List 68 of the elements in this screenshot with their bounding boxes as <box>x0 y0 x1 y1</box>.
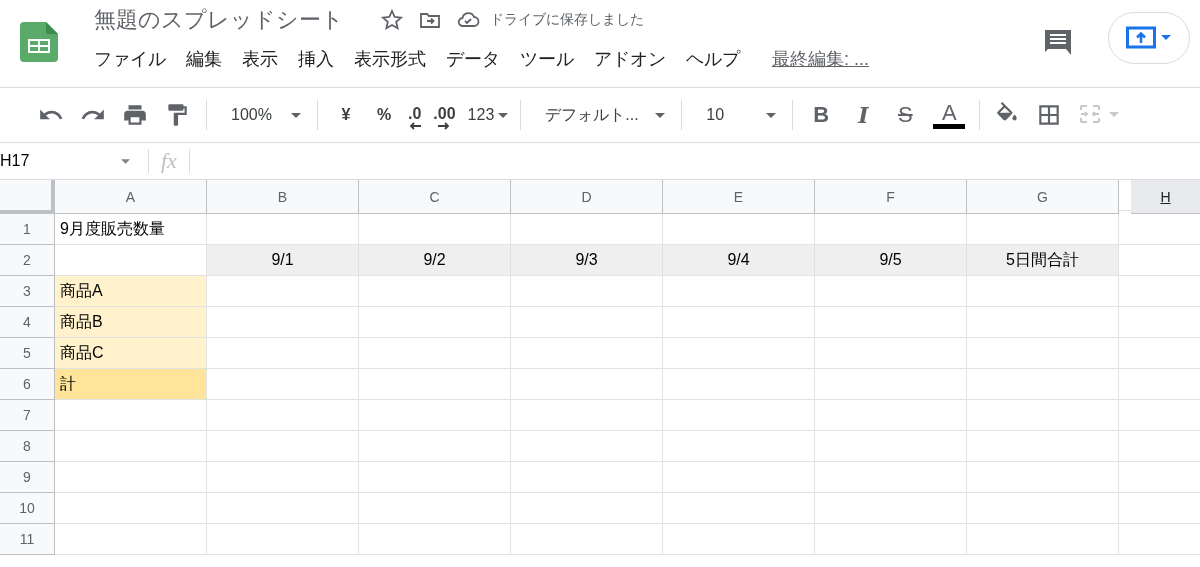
menu-item[interactable]: アドオン <box>594 47 666 71</box>
text-color-button[interactable]: A <box>933 101 966 129</box>
caret-icon <box>498 112 509 118</box>
format-button[interactable]: ¥ <box>332 106 360 124</box>
row-header[interactable]: 2 <box>0 245 55 276</box>
table-cell: 9月度販売数量 <box>55 214 207 245</box>
row-header[interactable]: 1 <box>0 214 55 245</box>
save-status: ドライブに保存しました <box>490 11 644 29</box>
document-title[interactable]: 無題のスプレッドシート <box>94 5 344 35</box>
last-edit-link[interactable]: 最終編集: ... <box>772 47 869 71</box>
table-cell: 9/2 <box>359 245 511 276</box>
column-header[interactable]: E <box>663 180 815 214</box>
dropdown-button[interactable]: 10 <box>696 106 777 124</box>
menu-item[interactable]: 編集 <box>186 47 222 71</box>
row-header[interactable]: 11 <box>0 524 55 555</box>
present-button[interactable] <box>1108 12 1190 64</box>
table-cell: 商品C <box>55 338 207 369</box>
menu-item[interactable]: ファイル <box>94 47 166 71</box>
row-header[interactable]: 10 <box>0 493 55 524</box>
dropdown-button[interactable]: デフォルト... <box>535 104 666 126</box>
menu-item[interactable]: ヘルプ <box>686 47 740 71</box>
column-header[interactable]: H <box>1131 180 1200 214</box>
print-icon[interactable] <box>122 102 148 128</box>
column-header[interactable]: A <box>55 180 207 214</box>
decimal-button[interactable]: .00 <box>433 100 456 130</box>
format-button[interactable]: % <box>370 106 398 124</box>
dropdown-button[interactable]: 100% <box>221 106 301 124</box>
table-cell: 5日間合計 <box>967 245 1119 276</box>
table-cell: 9/4 <box>663 245 815 276</box>
table-cell: 商品A <box>55 276 207 307</box>
column-header[interactable]: G <box>967 180 1119 214</box>
caret-icon <box>655 112 666 118</box>
caret-icon <box>766 112 777 118</box>
row-header[interactable]: 3 <box>0 276 55 307</box>
formula-label: fx <box>161 148 177 174</box>
present-icon <box>1126 26 1172 50</box>
menu-item[interactable]: 挿入 <box>298 47 334 71</box>
menu-item[interactable]: 表示 <box>242 47 278 71</box>
column-header[interactable]: B <box>207 180 359 214</box>
menu-item[interactable]: ツール <box>520 47 574 71</box>
caret-icon <box>121 158 130 164</box>
row-header[interactable]: 7 <box>0 400 55 431</box>
name-box[interactable]: H17 <box>0 152 136 170</box>
row-header[interactable]: 6 <box>0 369 55 400</box>
row-header[interactable]: 4 <box>0 307 55 338</box>
arrow-left-icon <box>408 122 421 130</box>
caret-icon <box>291 112 301 118</box>
italic-button[interactable]: I <box>849 102 878 128</box>
star-icon[interactable] <box>380 8 404 32</box>
row-header[interactable]: 5 <box>0 338 55 369</box>
menu-item[interactable]: 表示形式 <box>354 47 426 71</box>
row-header[interactable]: 9 <box>0 462 55 493</box>
sheets-logo-icon[interactable] <box>20 22 58 62</box>
bold-button[interactable]: B <box>807 102 836 128</box>
dropdown-button[interactable]: 123 <box>467 106 509 124</box>
column-header[interactable]: C <box>359 180 511 214</box>
table-cell: 9/3 <box>511 245 663 276</box>
strike-button[interactable]: S <box>891 102 920 128</box>
table-cell: 9/1 <box>207 245 359 276</box>
arrow-right-icon <box>438 122 451 130</box>
table-cell: 商品B <box>55 307 207 338</box>
table-cell: 9/5 <box>815 245 967 276</box>
column-header[interactable]: D <box>511 180 663 214</box>
row-header[interactable]: 8 <box>0 431 55 462</box>
table-cell: 計 <box>55 369 207 400</box>
menu-item[interactable]: データ <box>446 47 500 71</box>
column-header[interactable]: F <box>815 180 967 214</box>
decimal-button[interactable]: .0 <box>408 100 422 130</box>
